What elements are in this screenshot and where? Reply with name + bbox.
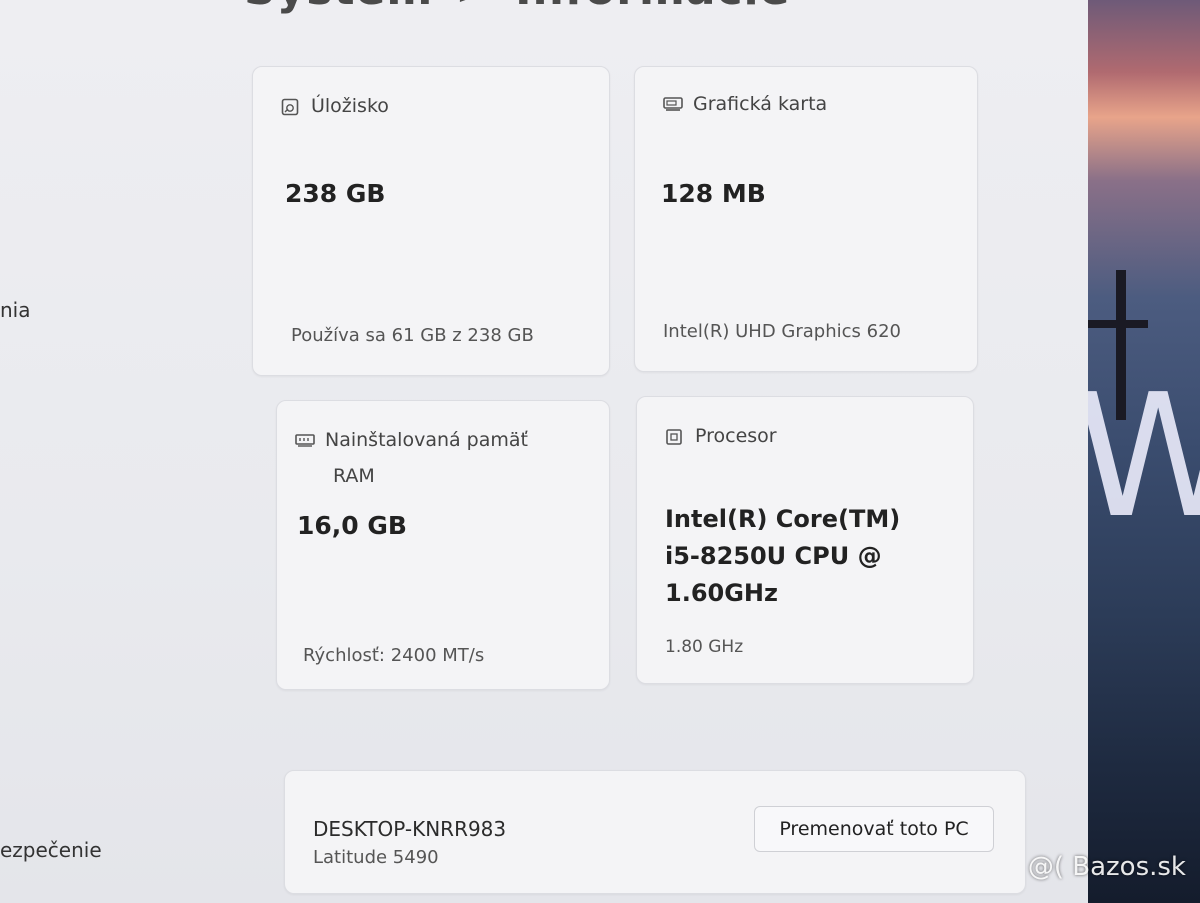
ram-title-line2: RAM bbox=[333, 465, 375, 487]
device-model: Latitude 5490 bbox=[313, 847, 439, 868]
ram-title: Nainštalovaná pamäť bbox=[325, 429, 528, 451]
processor-value: Intel(R) Core(TM) i5-8250U CPU @ 1.60GHz bbox=[665, 501, 900, 612]
wallpaper-letter: W bbox=[1088, 358, 1200, 556]
storage-title: Úložisko bbox=[311, 95, 389, 117]
ram-card: Nainštalovaná pamäť RAM 16,0 GB Rýchlosť… bbox=[276, 400, 610, 690]
processor-title: Procesor bbox=[695, 425, 777, 447]
processor-icon bbox=[665, 428, 683, 445]
processor-speed: 1.80 GHz bbox=[665, 637, 744, 657]
settings-window: Systém > Informácie nia ezpečenie Úložisko… bbox=[0, 0, 1088, 903]
rename-pc-button[interactable]: Premenovať toto PC bbox=[754, 806, 994, 852]
graphics-card: Grafická karta 128 MB Intel(R) UHD Graph… bbox=[634, 66, 978, 372]
wallpaper-crossbar bbox=[1088, 320, 1148, 328]
processor-value-line2: i5-8250U CPU @ bbox=[665, 542, 882, 570]
desktop-wallpaper: W bbox=[1088, 0, 1200, 903]
bazos-watermark: @( Bazos.sk bbox=[1027, 852, 1186, 882]
ram-speed: Rýchlosť: 2400 MT/s bbox=[303, 645, 485, 666]
storage-card: Úložisko 238 GB Používa sa 61 GB z 238 G… bbox=[252, 66, 610, 376]
graphics-value: 128 MB bbox=[661, 179, 766, 208]
processor-value-line3: 1.60GHz bbox=[665, 579, 778, 607]
storage-usage: Používa sa 61 GB z 238 GB bbox=[291, 325, 534, 346]
ram-header: Nainštalovaná pamäť bbox=[295, 429, 528, 451]
sidebar-item-security[interactable]: ezpečenie bbox=[0, 838, 102, 862]
memory-icon bbox=[295, 432, 315, 448]
page-title: Systém > Informácie bbox=[244, 0, 790, 15]
storage-icon bbox=[281, 98, 299, 116]
breadcrumb-root[interactable]: Systém bbox=[244, 0, 433, 15]
sidebar-item-partial-top[interactable]: nia bbox=[0, 298, 31, 322]
graphics-adapter: Intel(R) UHD Graphics 620 bbox=[663, 321, 901, 342]
breadcrumb-separator: > bbox=[455, 0, 493, 15]
processor-card: Procesor Intel(R) Core(TM) i5-8250U CPU … bbox=[636, 396, 974, 684]
breadcrumb-current: Informácie bbox=[515, 0, 790, 15]
graphics-title: Grafická karta bbox=[693, 93, 828, 115]
graphics-header: Grafická karta bbox=[663, 93, 827, 115]
processor-header: Procesor bbox=[665, 425, 777, 447]
ram-value: 16,0 GB bbox=[297, 511, 407, 540]
device-name: DESKTOP-KNRR983 bbox=[313, 817, 507, 841]
storage-header: Úložisko bbox=[281, 95, 389, 117]
graphics-card-icon bbox=[663, 96, 683, 112]
processor-value-line1: Intel(R) Core(TM) bbox=[665, 505, 901, 533]
storage-value: 238 GB bbox=[285, 179, 386, 208]
